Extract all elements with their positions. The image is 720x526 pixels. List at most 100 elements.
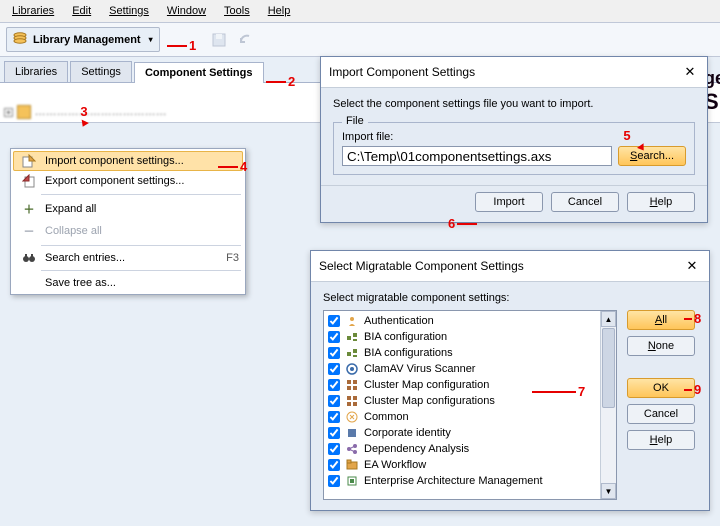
list-item[interactable]: Authentication <box>326 313 598 329</box>
import-file-input[interactable] <box>342 146 612 166</box>
list-item[interactable]: Cluster Map configurations <box>326 393 598 409</box>
item-label: ClamAV Virus Scanner <box>364 363 475 375</box>
dialog-instruction: Select the component settings file you w… <box>333 98 695 110</box>
list-item[interactable]: Cluster Map configuration <box>326 377 598 393</box>
separator <box>41 270 241 271</box>
item-icon <box>345 426 359 440</box>
item-label: BIA configuration <box>364 331 447 343</box>
ctx-save-tree-label: Save tree as... <box>45 277 116 289</box>
item-label: Authentication <box>364 315 434 327</box>
tab-component-settings[interactable]: Component Settings <box>134 62 264 83</box>
item-icon <box>345 314 359 328</box>
tab-settings[interactable]: Settings <box>70 61 132 82</box>
item-label: BIA configurations <box>364 347 453 359</box>
import-file-label: Import file: <box>342 131 686 143</box>
close-icon[interactable]: ✕ <box>683 257 701 275</box>
ctx-import-component-settings[interactable]: Import component settings... <box>13 151 243 171</box>
item-icon <box>345 474 359 488</box>
dialog-instruction: Select migratable component settings: <box>323 292 697 304</box>
item-checkbox[interactable] <box>328 427 340 439</box>
item-icon <box>345 378 359 392</box>
list-item[interactable]: Corporate identity <box>326 425 598 441</box>
item-label: EA Workflow <box>364 459 426 471</box>
item-checkbox[interactable] <box>328 331 340 343</box>
export-icon <box>17 174 41 188</box>
item-icon <box>345 362 359 376</box>
minus-icon: － <box>17 223 41 239</box>
dropdown-caret-icon: ▾ <box>149 35 153 44</box>
list-item[interactable]: BIA configurations <box>326 345 598 361</box>
import-icon <box>17 154 41 168</box>
scroll-thumb[interactable] <box>602 328 615 408</box>
menu-help[interactable]: Help <box>260 2 299 20</box>
ctx-search-label: Search entries... <box>45 252 125 264</box>
item-checkbox[interactable] <box>328 443 340 455</box>
close-icon[interactable]: ✕ <box>681 63 699 81</box>
dialog-titlebar: Import Component Settings ✕ <box>321 57 707 88</box>
item-checkbox[interactable] <box>328 395 340 407</box>
menu-edit[interactable]: Edit <box>64 2 99 20</box>
library-management-dropdown[interactable]: Library Management ▾ <box>6 27 160 52</box>
item-label: Common <box>364 411 409 423</box>
help-button[interactable]: Help <box>627 430 695 450</box>
item-checkbox[interactable] <box>328 363 340 375</box>
save-icon[interactable] <box>208 29 230 51</box>
ctx-search-entries[interactable]: Search entries... F3 <box>13 249 243 267</box>
ctx-search-shortcut: F3 <box>226 252 239 264</box>
scroll-up-icon[interactable]: ▲ <box>601 311 616 327</box>
cancel-button[interactable]: Cancel <box>627 404 695 424</box>
help-button[interactable]: Help <box>627 192 695 212</box>
ctx-expand-all[interactable]: ＋ Expand all <box>13 198 243 220</box>
settings-list: Authentication BIA configuration BIA confi… <box>323 310 617 500</box>
file-group: File Import file: Search... <box>333 122 695 175</box>
menu-tools[interactable]: Tools <box>216 2 258 20</box>
plus-icon: ＋ <box>17 201 41 217</box>
list-item[interactable]: ClamAV Virus Scanner <box>326 361 598 377</box>
all-button[interactable]: All <box>627 310 695 330</box>
ok-button[interactable]: OK <box>627 378 695 398</box>
ctx-collapse-all: － Collapse all <box>13 220 243 242</box>
list-item[interactable]: Common <box>326 409 598 425</box>
item-icon <box>345 410 359 424</box>
item-checkbox[interactable] <box>328 315 340 327</box>
list-item[interactable]: EA Workflow <box>326 457 598 473</box>
expand-icon[interactable]: + <box>4 108 13 117</box>
menu-window[interactable]: Window <box>159 2 214 20</box>
ctx-save-tree-as[interactable]: Save tree as... <box>13 274 243 292</box>
dialog-select-migratable: Select Migratable Component Settings ✕ S… <box>310 250 710 511</box>
item-checkbox[interactable] <box>328 475 340 487</box>
tab-libraries[interactable]: Libraries <box>4 61 68 82</box>
none-button[interactable]: None <box>627 336 695 356</box>
search-button[interactable]: Search... <box>618 146 686 166</box>
library-management-label: Library Management <box>33 34 141 46</box>
scrollbar[interactable]: ▲ ▼ <box>600 311 616 499</box>
file-group-label: File <box>342 115 368 127</box>
item-checkbox[interactable] <box>328 379 340 391</box>
list-item[interactable]: Enterprise Architecture Management <box>326 473 598 489</box>
ctx-import-label: Import component settings... <box>45 155 184 167</box>
cancel-button[interactable]: Cancel <box>551 192 619 212</box>
item-checkbox[interactable] <box>328 459 340 471</box>
tree-root-item[interactable]: + ……………………………… <box>4 105 167 119</box>
stack-icon <box>13 31 27 48</box>
ctx-collapse-label: Collapse all <box>45 225 102 237</box>
list-item[interactable]: BIA configuration <box>326 329 598 345</box>
dialog-title-text: Import Component Settings <box>329 65 475 79</box>
item-icon <box>345 394 359 408</box>
menu-settings[interactable]: Settings <box>101 2 157 20</box>
scroll-down-icon[interactable]: ▼ <box>601 483 616 499</box>
item-label: Cluster Map configuration <box>364 379 489 391</box>
separator <box>41 194 241 195</box>
tree-root-label: ……………………………… <box>35 106 167 118</box>
ctx-export-component-settings[interactable]: Export component settings... <box>13 171 243 191</box>
item-checkbox[interactable] <box>328 347 340 359</box>
separator <box>41 245 241 246</box>
list-item[interactable]: Dependency Analysis <box>326 441 598 457</box>
ctx-export-label: Export component settings... <box>45 175 184 187</box>
item-icon <box>345 330 359 344</box>
import-button[interactable]: Import <box>475 192 543 212</box>
item-checkbox[interactable] <box>328 411 340 423</box>
toolbar: Library Management ▾ <box>0 23 720 57</box>
undo-icon[interactable] <box>234 29 256 51</box>
menu-libraries[interactable]: Libraries <box>4 2 62 20</box>
